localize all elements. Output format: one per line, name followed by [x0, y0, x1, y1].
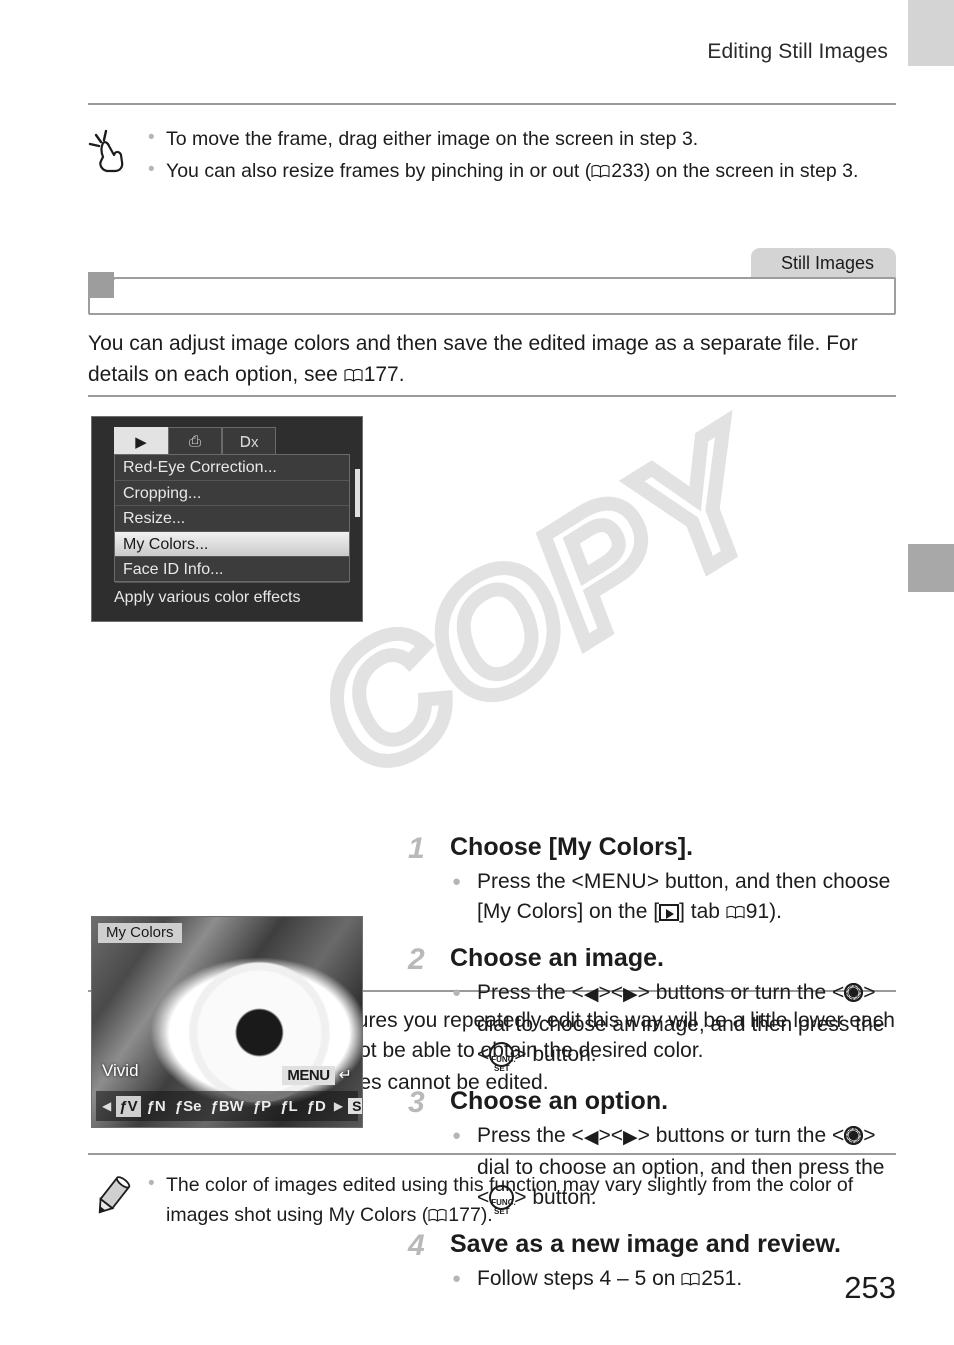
step-1-number: 1 — [408, 832, 425, 865]
copy-watermark: COPY — [281, 391, 803, 817]
step-1-title: Choose [My Colors]. — [450, 833, 694, 861]
set-save-button[interactable]: SET ↵ — [348, 1097, 362, 1115]
edge-tab-top-marker — [908, 0, 954, 66]
tip-note-block: To move the frame, drag either image on … — [88, 123, 896, 188]
step-3-bullet: Press the <◀><▶> buttons or turn the <> … — [450, 1121, 896, 1216]
divider-rule-steps — [88, 395, 896, 397]
menu-row-resize[interactable]: Resize... — [115, 506, 349, 532]
intro-after: . — [398, 363, 405, 386]
still-images-tab: Still Images — [750, 248, 896, 280]
step-4-bullet: Follow steps 4 – 5 on 251. — [450, 1264, 896, 1294]
divider-rule-top — [88, 103, 896, 105]
section-heading-swatch — [88, 272, 114, 298]
set-button-pill: SET — [348, 1098, 362, 1114]
menu-button-pill: MENU — [282, 1065, 335, 1085]
arrow-left-icon[interactable]: ◀ — [100, 1099, 113, 1113]
menu-row-my-colors[interactable]: My Colors... — [115, 531, 349, 557]
tip-bullet-1: To move the frame, drag either image on … — [144, 123, 896, 154]
section-heading-box — [88, 277, 896, 315]
tip-note-body: To move the frame, drag either image on … — [144, 123, 896, 188]
tip-bullet-2-before: You can also resize frames by pinching i… — [166, 160, 592, 182]
control-dial-icon — [844, 1126, 864, 1145]
step-4-ref: 251 — [701, 1267, 737, 1290]
step-2-number: 2 — [408, 943, 425, 976]
menu-row-red-eye-correction[interactable]: Red-Eye Correction... — [115, 455, 349, 481]
step-4: 4 Save as a new image and review. Follow… — [408, 1227, 896, 1294]
effect-option-neutral[interactable]: ƒN — [144, 1096, 169, 1117]
effect-option-bw[interactable]: ƒBW — [207, 1096, 246, 1117]
camera-menu-list: Red-Eye Correction... Cropping... Resize… — [114, 454, 350, 583]
menu-scrollbar[interactable] — [355, 469, 360, 517]
effect-option-bar: ◀ ƒV ƒN ƒSe ƒBW ƒP ƒL ƒD ▶ SET ↵ — [96, 1091, 362, 1121]
book-ref-icon — [726, 905, 745, 920]
running-header: Editing Still Images — [707, 40, 888, 63]
book-ref-icon — [591, 164, 610, 179]
triangle-left-icon: ◀ — [583, 1127, 599, 1148]
tip-bullet-2-ref: 233 — [611, 160, 644, 182]
step-3-title: Choose an option. — [450, 1087, 669, 1115]
menu-button-label: MENU — [583, 870, 647, 893]
arrow-right-icon[interactable]: ▶ — [332, 1099, 345, 1113]
my-colors-preview-screen: My Colors Vivid MENU ↵ ◀ ƒV ƒN ƒSe ƒBW ƒ… — [91, 916, 363, 1128]
effect-option-positive-film[interactable]: ƒP — [250, 1096, 274, 1117]
triangle-right-icon: ▶ — [622, 984, 638, 1005]
pencil-icon — [88, 1170, 144, 1232]
menu-hint-text: Apply various color effects — [114, 589, 301, 606]
intro-ref: 177 — [363, 363, 399, 386]
playback-tab-icon[interactable]: ▶ — [114, 427, 168, 455]
effect-option-sepia[interactable]: ƒSe — [172, 1096, 205, 1117]
selected-effect-label: Vivid — [102, 1061, 139, 1080]
func-set-icon: FUNC. SET — [489, 1042, 516, 1073]
book-ref-icon — [344, 368, 363, 383]
menu-return-button[interactable]: MENU ↵ — [282, 1065, 352, 1085]
book-ref-icon — [681, 1272, 700, 1287]
steps-list: 1 Choose [My Colors]. Press the <MENU> b… — [408, 830, 896, 1294]
triangle-right-icon: ▶ — [622, 1127, 638, 1148]
menu-row-face-id-info[interactable]: Face ID Info... — [115, 557, 349, 583]
step-2: 2 Choose an image. Press the <◀><▶> butt… — [408, 941, 896, 1073]
return-arrow-icon: ↵ — [338, 1067, 352, 1084]
intro-before: You can adjust image colors and then sav… — [88, 332, 858, 386]
step-3-number: 3 — [408, 1086, 425, 1119]
tip-bullet-2-after: ) on the screen in step 3. — [643, 160, 859, 182]
playback-tab-icon — [659, 904, 680, 921]
preview-title-label: My Colors — [98, 923, 182, 943]
menu-row-cropping[interactable]: Cropping... — [115, 481, 349, 506]
effect-option-vivid[interactable]: ƒV — [116, 1095, 141, 1117]
tap-hand-icon — [88, 124, 144, 188]
tip-bullet-2: You can also resize frames by pinching i… — [144, 155, 896, 186]
step-4-number: 4 — [408, 1229, 425, 1262]
step-4-title: Save as a new image and review. — [450, 1230, 841, 1258]
edge-tab-section-marker — [908, 544, 954, 592]
step-3: 3 Choose an option. Press the <◀><▶> but… — [408, 1084, 896, 1216]
camera-menu-tabs: ▶ ⎙ Ⅾx — [114, 427, 276, 455]
settings-tab-icon[interactable]: Ⅾx — [222, 427, 276, 455]
step-1: 1 Choose [My Colors]. Press the <MENU> b… — [408, 830, 896, 927]
section-intro-paragraph: You can adjust image colors and then sav… — [88, 328, 896, 390]
step-1-bullet: Press the <MENU> button, and then choose… — [450, 867, 896, 927]
effect-option-lighter-skin[interactable]: ƒL — [277, 1096, 301, 1117]
effect-option-darker-skin[interactable]: ƒD — [304, 1096, 329, 1117]
print-tab-icon[interactable]: ⎙ — [168, 427, 222, 455]
camera-menu-screen: ▶ ⎙ Ⅾx Red-Eye Correction... Cropping...… — [91, 416, 363, 622]
triangle-left-icon: ◀ — [583, 984, 599, 1005]
step-2-title: Choose an image. — [450, 944, 664, 972]
control-dial-icon — [844, 983, 864, 1002]
func-set-icon: FUNC. SET — [489, 1185, 516, 1216]
step-2-bullet: Press the <◀><▶> buttons or turn the <> … — [450, 978, 896, 1073]
